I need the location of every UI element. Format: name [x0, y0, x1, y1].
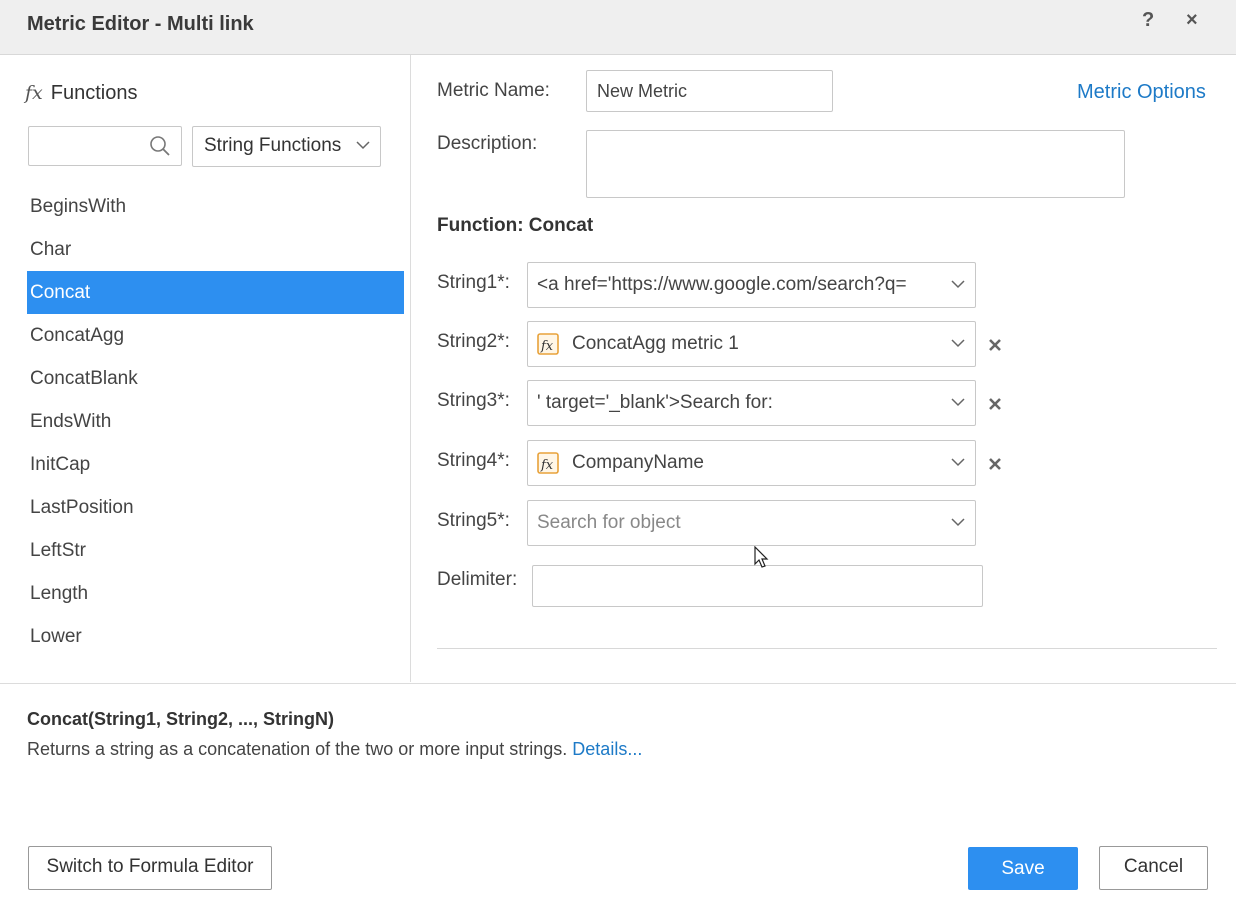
metric-editor-dialog: Metric Editor - Multi link ? × fx Functio… [0, 0, 1236, 912]
function-item-concatagg[interactable]: ConcatAgg [27, 314, 404, 357]
description-input[interactable] [586, 130, 1125, 198]
string3-label: String3*: [437, 390, 510, 411]
metric-options-link[interactable]: Metric Options [1077, 81, 1206, 104]
mouse-cursor-icon [754, 546, 769, 568]
chevron-down-icon [356, 141, 370, 150]
delimiter-label: Delimiter: [437, 569, 518, 590]
string5-placeholder: Search for object [537, 512, 681, 533]
string1-select[interactable]: <a href='https://www.google.com/search?q… [527, 262, 976, 308]
cancel-button[interactable]: Cancel [1099, 846, 1208, 890]
delimiter-input[interactable] [532, 565, 983, 607]
function-item-concatblank[interactable]: ConcatBlank [27, 357, 404, 400]
dialog-title: Metric Editor - Multi link [27, 13, 254, 35]
chevron-down-icon [951, 458, 965, 467]
string4-label: String4*: [437, 450, 510, 471]
metric-object-icon: fx [537, 333, 559, 355]
function-category-select[interactable]: String Functions [192, 126, 381, 167]
function-item-length[interactable]: Length [27, 572, 404, 615]
function-title: Function: Concat [437, 215, 594, 236]
string4-value: CompanyName [572, 452, 704, 473]
string3-value: ' target='_blank'>Search for: [537, 392, 773, 413]
functions-panel: fx Functions String Functions BeginsWith … [0, 55, 411, 682]
function-item-concat[interactable]: Concat [27, 271, 404, 314]
string2-value: ConcatAgg metric 1 [572, 333, 739, 354]
chevron-down-icon [951, 280, 965, 289]
save-button[interactable]: Save [968, 847, 1078, 890]
remove-string4-icon[interactable] [988, 457, 1002, 471]
chevron-down-icon [951, 518, 965, 527]
function-item-initcap[interactable]: InitCap [27, 443, 404, 486]
editor-panel: Metric Name: Metric Options Description:… [411, 55, 1236, 682]
metric-name-input[interactable] [586, 70, 833, 112]
function-item-lower[interactable]: Lower [27, 615, 404, 658]
function-category-value: String Functions [204, 135, 342, 156]
string4-select[interactable]: fx CompanyName [527, 440, 976, 486]
remove-string2-icon[interactable] [988, 338, 1002, 352]
function-description-text: Returns a string as a concatenation of t… [27, 739, 568, 759]
metric-name-label: Metric Name: [437, 80, 550, 101]
function-description: Returns a string as a concatenation of t… [27, 739, 642, 760]
string2-label: String2*: [437, 331, 510, 352]
string5-select[interactable]: Search for object [527, 500, 976, 546]
function-item-leftstr[interactable]: LeftStr [27, 529, 404, 572]
help-icon[interactable]: ? [1142, 9, 1154, 32]
function-item-beginswith[interactable]: BeginsWith [27, 185, 404, 228]
description-label: Description: [437, 133, 538, 154]
chevron-down-icon [951, 339, 965, 348]
functions-header: fx Functions [25, 82, 137, 105]
function-item-lastposition[interactable]: LastPosition [27, 486, 404, 529]
function-search-input[interactable] [28, 126, 182, 166]
fx-icon: fx [25, 82, 43, 104]
function-item-endswith[interactable]: EndsWith [27, 400, 404, 443]
search-icon[interactable] [149, 135, 171, 157]
svg-text:fx: fx [540, 339, 554, 354]
title-bar: Metric Editor - Multi link ? × [0, 0, 1236, 55]
chevron-down-icon [951, 398, 965, 407]
remove-string3-icon[interactable] [988, 397, 1002, 411]
divider [437, 648, 1217, 649]
string5-label: String5*: [437, 510, 510, 531]
string2-select[interactable]: fx ConcatAgg metric 1 [527, 321, 976, 367]
string3-select[interactable]: ' target='_blank'>Search for: [527, 380, 976, 426]
details-link[interactable]: Details... [572, 739, 642, 759]
function-list: BeginsWith Char Concat ConcatAgg ConcatB… [27, 185, 404, 658]
close-icon[interactable]: × [1186, 9, 1198, 32]
switch-to-formula-editor-button[interactable]: Switch to Formula Editor [28, 846, 272, 890]
metric-object-icon: fx [537, 452, 559, 474]
function-help-footer: Concat(String1, String2, ..., StringN) R… [0, 683, 1236, 913]
function-item-char[interactable]: Char [27, 228, 404, 271]
functions-header-label: Functions [50, 82, 138, 104]
string1-label: String1*: [437, 272, 510, 293]
svg-text:fx: fx [540, 458, 554, 473]
function-syntax: Concat(String1, String2, ..., StringN) [27, 709, 335, 729]
string1-value: <a href='https://www.google.com/search?q… [537, 274, 907, 295]
